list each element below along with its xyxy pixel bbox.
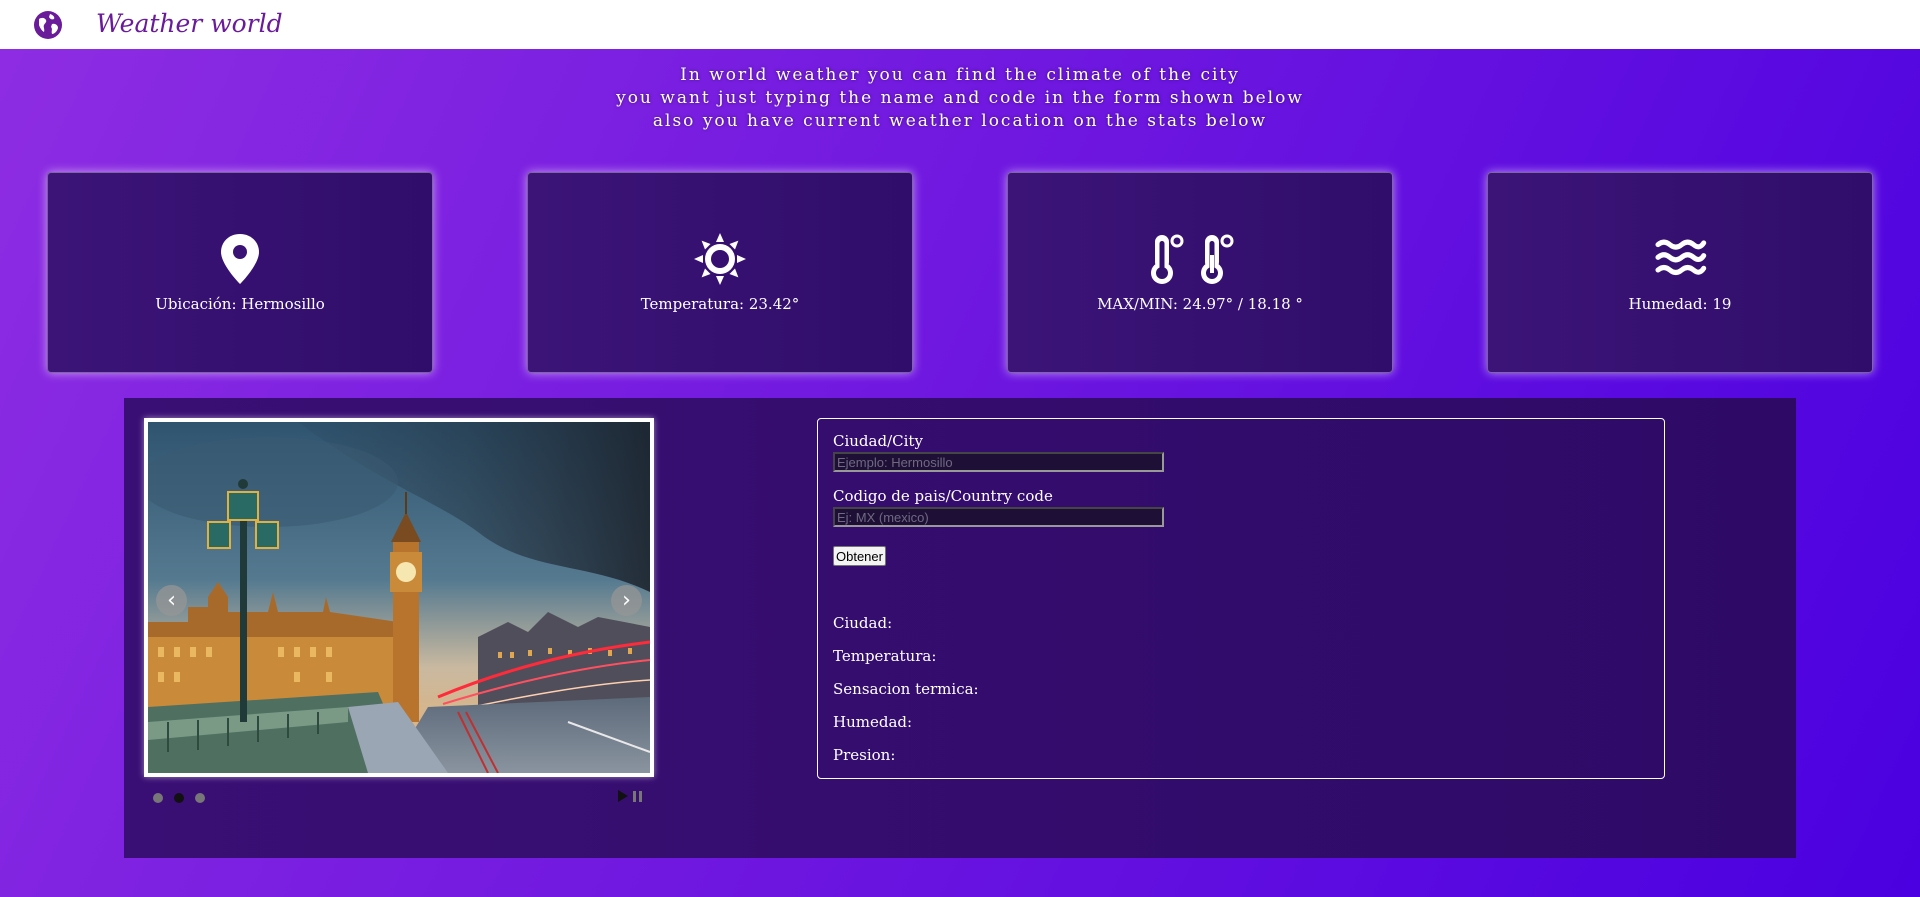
intro-line: In world weather you can find the climat… xyxy=(680,65,1240,85)
stat-label: Ubicación: Hermosillo xyxy=(155,295,325,313)
top-navbar: Weather world xyxy=(0,0,1920,49)
city-input[interactable] xyxy=(833,452,1164,472)
slider-dot-active[interactable] xyxy=(174,793,184,803)
stat-label: Temperatura: 23.42° xyxy=(640,295,800,313)
pause-icon[interactable] xyxy=(633,790,642,802)
chevron-right-icon: › xyxy=(622,588,631,613)
stat-card-location: Ubicación: Hermosillo xyxy=(47,172,433,373)
intro-text: In world weather you can find the climat… xyxy=(560,64,1360,133)
slider-dot[interactable] xyxy=(153,793,163,803)
country-code-input[interactable] xyxy=(833,507,1164,527)
result-temperature: Temperatura: xyxy=(833,647,937,665)
intro-line: also you have current weather location o… xyxy=(652,111,1268,131)
result-city: Ciudad: xyxy=(833,614,893,632)
slider-dots xyxy=(153,793,205,803)
brand-title[interactable]: Weather world xyxy=(96,9,283,38)
slider-next-button[interactable]: › xyxy=(611,585,642,616)
water-icon xyxy=(1655,239,1707,276)
london-big-ben-photo xyxy=(148,422,650,773)
city-label: Ciudad/City xyxy=(833,432,923,450)
slider-dot[interactable] xyxy=(195,793,205,803)
intro-line: you want just typing the name and code i… xyxy=(616,88,1304,108)
main-panel: ‹ › Ciudad/City Codigo de pais/Country c… xyxy=(124,398,1796,858)
stat-card-humidity: Humedad: 19 xyxy=(1487,172,1873,373)
result-feels-like: Sensacion termica: xyxy=(833,680,979,698)
result-humidity: Humedad: xyxy=(833,713,913,731)
stat-label: MAX/MIN: 24.97° / 18.18 ° xyxy=(1097,295,1303,313)
location-pin-icon xyxy=(221,234,259,284)
sun-icon xyxy=(694,233,746,285)
country-code-label: Codigo de pais/Country code xyxy=(833,487,1053,505)
stat-card-temperature: Temperatura: 23.42° xyxy=(527,172,913,373)
weather-form: Ciudad/City Codigo de pais/Country code … xyxy=(817,418,1665,779)
slider-prev-button[interactable]: ‹ xyxy=(156,585,187,616)
stat-card-max-min: MAX/MIN: 24.97° / 18.18 ° xyxy=(1007,172,1393,373)
slider-controls xyxy=(618,790,642,802)
obtener-button[interactable]: Obtener xyxy=(833,546,886,566)
play-icon[interactable] xyxy=(618,790,628,802)
chevron-left-icon: ‹ xyxy=(167,588,176,613)
globe-icon[interactable] xyxy=(33,10,63,40)
thermometer-icon xyxy=(1151,234,1234,284)
image-slider[interactable]: ‹ › xyxy=(144,418,654,777)
result-pressure: Presion: xyxy=(833,746,896,764)
stat-label: Humedad: 19 xyxy=(1628,295,1732,313)
